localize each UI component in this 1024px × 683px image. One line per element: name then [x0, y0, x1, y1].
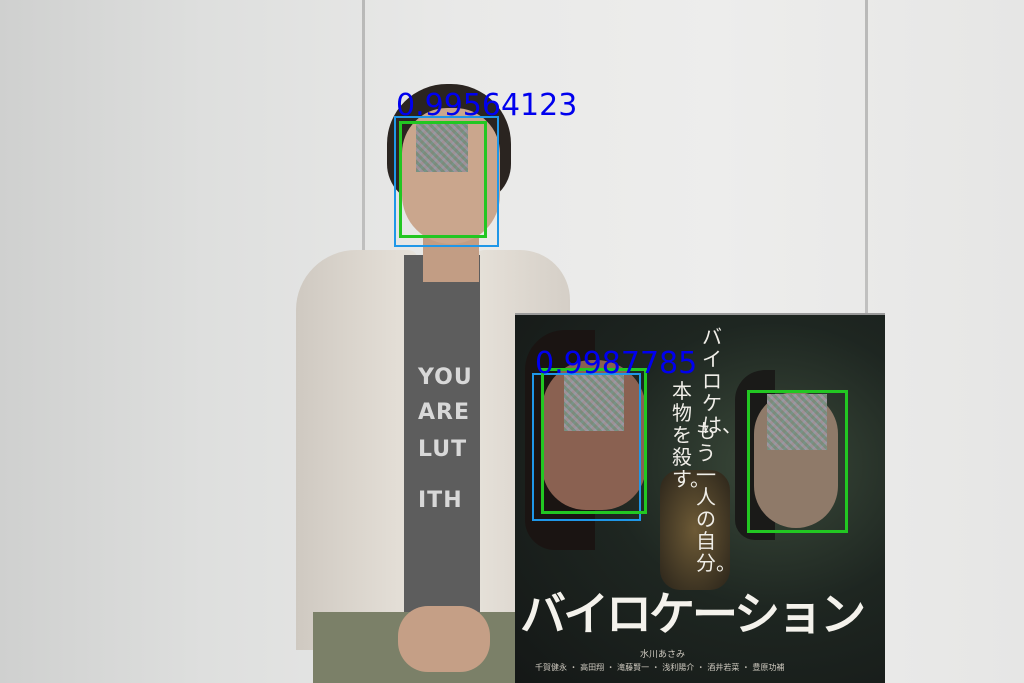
shirt-print-line: ARE — [418, 400, 470, 425]
poster-credit: 水川あさみ — [640, 650, 686, 660]
shirt-print-line: LUT — [418, 437, 468, 462]
detection-box-green — [747, 390, 848, 533]
photo-scene: YOU ARE LUT ITH バイロケは、 本物を殺す。 もう一人の自分。 バ… — [0, 0, 1024, 683]
detection-box-green — [399, 121, 487, 238]
detection-score-label: 0.99564123 — [396, 88, 578, 123]
poster-title: バイロケーション — [520, 587, 866, 641]
detection-score-label: 0.9987785 — [535, 346, 698, 381]
jacket-left — [296, 250, 418, 650]
poster-tagline: もう一人の自分。 — [696, 419, 736, 575]
shirt-print-line: ITH — [418, 488, 463, 513]
poster-credit: 千賀健永 ・ 高田翔 ・ 滝藤賢一 ・ 浅利陽介 ・ 酒井若菜 ・ 豊原功補 — [535, 663, 785, 672]
shirt-print-line: YOU — [418, 365, 473, 390]
poster-tagline: 本物を殺す。 — [672, 379, 710, 491]
clasped-hands — [398, 606, 490, 672]
detection-box-green — [541, 368, 647, 514]
